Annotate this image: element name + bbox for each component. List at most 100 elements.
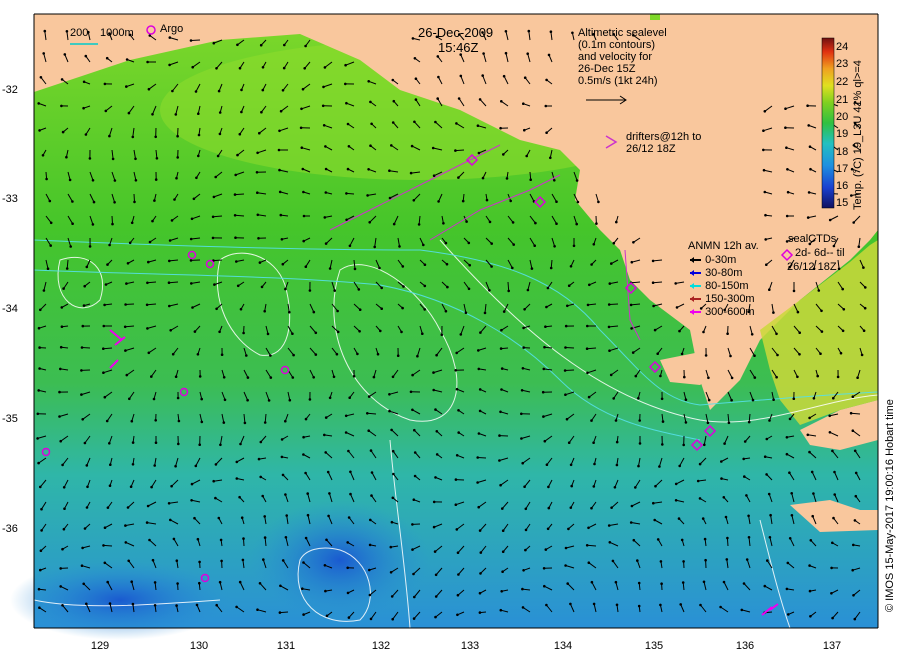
velocity-arrowhead	[388, 196, 392, 200]
velocity-arrowhead	[413, 474, 417, 478]
velocity-arrowhead	[611, 559, 615, 563]
velocity-arrowhead	[239, 307, 243, 311]
velocity-arrowhead	[127, 111, 131, 115]
velocity-arrowhead	[324, 451, 328, 454]
velocity-arrowhead	[828, 218, 832, 222]
velocity-arrowhead	[431, 146, 435, 150]
velocity-arrowhead	[421, 332, 424, 336]
anmn-legend-item: 80-150m	[688, 280, 748, 292]
velocity-arrowhead	[546, 527, 550, 531]
velocity-arrowhead	[80, 393, 83, 396]
velocity-arrowhead	[455, 351, 459, 355]
velocity-arrowhead	[592, 485, 596, 488]
velocity-arrowhead	[176, 134, 179, 138]
velocity-arrowhead	[71, 222, 74, 225]
velocity-arrowhead	[263, 309, 267, 313]
velocity-arrowhead	[631, 351, 635, 354]
velocity-arrowhead	[792, 289, 796, 293]
velocity-arrowhead	[62, 287, 65, 290]
anmn-legend-item: 300-600m	[688, 306, 755, 318]
velocity-arrowhead	[85, 464, 89, 467]
velocity-arrowhead	[411, 523, 414, 526]
velocity-arrowhead	[772, 311, 775, 314]
velocity-arrowhead	[106, 580, 109, 584]
velocity-arrowhead	[765, 263, 768, 267]
velocity-arrowhead	[585, 544, 589, 547]
velocity-arrowhead	[817, 289, 821, 292]
sealctd-legend-line: 2d- 6d-- til	[795, 247, 845, 259]
velocity-arrowhead	[502, 310, 506, 313]
velocity-arrowhead	[502, 74, 506, 78]
velocity-arrowhead	[108, 243, 111, 247]
altimetry-line: 26-Dec 15Z	[578, 63, 636, 75]
velocity-arrowhead	[816, 374, 819, 378]
velocity-arrowhead	[262, 558, 265, 561]
velocity-arrowhead	[849, 411, 853, 415]
velocity-arrowhead	[434, 408, 437, 411]
velocity-arrowhead	[570, 484, 573, 488]
velocity-arrowhead	[213, 283, 216, 286]
velocity-arrowhead	[38, 367, 41, 370]
velocity-arrowhead	[775, 332, 778, 336]
velocity-arrowhead	[59, 439, 62, 443]
velocity-arrowhead	[108, 602, 112, 605]
velocity-arrowhead	[423, 263, 427, 267]
velocity-arrowhead	[478, 388, 482, 391]
velocity-arrowhead	[674, 482, 678, 486]
velocity-arrowhead	[809, 615, 812, 618]
velocity-arrowhead	[414, 98, 418, 101]
velocity-arrowhead	[49, 221, 53, 225]
velocity-arrowhead	[766, 559, 769, 562]
velocity-arrowhead	[170, 219, 174, 222]
velocity-arrowhead	[198, 443, 201, 447]
velocity-arrowhead	[324, 242, 328, 245]
velocity-arrowhead	[593, 462, 596, 466]
altimetry-line: (0.1m contours)	[578, 39, 656, 51]
velocity-arrowhead	[41, 154, 45, 157]
velocity-arrowhead	[171, 89, 174, 93]
velocity-arrowhead	[260, 110, 263, 114]
velocity-arrowhead	[808, 416, 811, 420]
velocity-arrowhead	[435, 453, 439, 456]
velocity-arrowhead	[301, 167, 305, 171]
velocity-arrowhead	[177, 442, 180, 446]
velocity-arrowhead	[590, 419, 593, 422]
velocity-arrowhead	[423, 284, 427, 288]
velocity-arrowhead	[592, 243, 596, 246]
velocity-arrowhead	[168, 36, 172, 39]
velocity-arrowhead	[809, 167, 812, 171]
velocity-arrowhead	[613, 486, 617, 489]
velocity-arrowhead	[784, 107, 787, 110]
velocity-arrowhead	[545, 463, 549, 467]
anmn-legend-title: ANMN 12h av.	[688, 240, 759, 252]
velocity-arrowhead	[434, 615, 437, 619]
velocity-arrowhead	[476, 456, 480, 459]
velocity-arrowhead	[391, 617, 395, 621]
colorbar-tick: 18	[836, 146, 849, 158]
anmn-legend-label: 0-30m	[705, 254, 737, 266]
velocity-arrowhead	[195, 176, 198, 180]
velocity-arrowhead	[175, 176, 178, 180]
x-tick: 135	[644, 640, 664, 652]
velocity-arrowhead	[544, 325, 547, 329]
velocity-arrowhead	[612, 397, 615, 400]
colorbar-tick: 20	[836, 111, 849, 123]
velocity-arrowhead	[586, 371, 589, 375]
velocity-arrowhead	[332, 375, 336, 379]
velocity-arrowhead	[543, 345, 546, 349]
velocity-arrowhead	[461, 199, 465, 203]
velocity-arrowhead	[703, 443, 706, 447]
velocity-arrowhead	[288, 398, 292, 402]
velocity-arrowhead	[255, 171, 259, 174]
velocity-arrowhead	[215, 603, 218, 607]
velocity-arrowhead	[130, 419, 134, 423]
velocity-arrowhead	[218, 132, 222, 136]
velocity-arrowhead	[302, 453, 305, 456]
velocity-arrowhead	[810, 470, 814, 474]
velocity-arrowhead	[412, 498, 416, 502]
x-tick: 131	[276, 640, 296, 652]
velocity-arrowhead	[367, 168, 370, 171]
velocity-arrowhead	[39, 76, 43, 79]
velocity-arrowhead	[763, 190, 767, 194]
velocity-arrowhead	[723, 442, 726, 445]
